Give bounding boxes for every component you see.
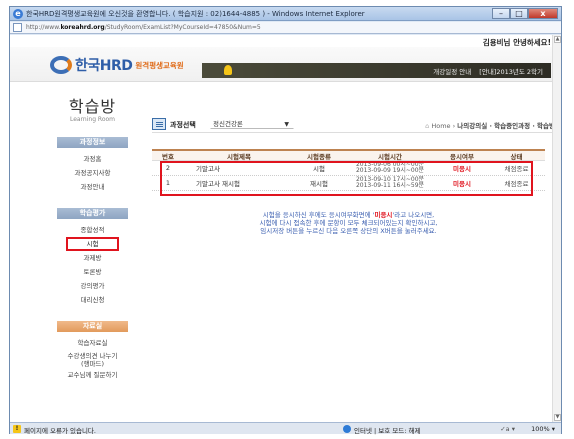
site-logo[interactable]: 한국HRD 원격평생교육원 bbox=[50, 55, 184, 75]
notice-line-2: 시험에 다시 접속한 후에 문항이 모두 체크되어있는지 확인하시고, bbox=[259, 219, 438, 227]
sidebar-item-materials[interactable]: 학습자료실 bbox=[50, 336, 135, 350]
chevron-down-icon: ▼ bbox=[284, 121, 289, 128]
sidebar-item-lecture-eval[interactable]: 강의평가 bbox=[50, 279, 135, 293]
security-indicator[interactable]: ✓a ▾ bbox=[500, 425, 515, 433]
title-bar[interactable]: e 한국HRD원격평생교육원에 오신것을 환영합니다. ( 학습지원 : 02)… bbox=[10, 7, 561, 21]
course-select-bar: 과정선택 정신건강론 ▼ ⌂ Home › 나의강의실 · 학습중인과정 · 학… bbox=[152, 117, 557, 133]
vertical-scrollbar[interactable]: ▲ ▼ bbox=[552, 35, 561, 422]
breadcrumb: ⌂ Home › 나의강의실 · 학습중인과정 · 학습방 bbox=[425, 120, 555, 130]
header-number: 번호 bbox=[162, 153, 174, 161]
course-selected-value: 정신건강론 bbox=[213, 120, 243, 128]
sidebar-item-discussion[interactable]: 토론방 bbox=[50, 265, 135, 279]
minimize-button[interactable]: – bbox=[492, 8, 510, 19]
page-viewport: 김용비님 안녕하세요! 한국HRD 원격평생교육원 개강일정 안내 [안내]20… bbox=[10, 35, 561, 422]
header-attempt-status: 응시여부 bbox=[450, 153, 474, 161]
screenshot-frame: e 한국HRD원격평생교육원에 오신것을 환영합니다. ( 학습지원 : 02)… bbox=[0, 0, 574, 439]
url-path: /StudyRoom/ExamList?MyCourseId=47850&Num… bbox=[104, 24, 261, 31]
maximize-button[interactable]: □ bbox=[510, 8, 528, 19]
sidebar-item-assignments[interactable]: 과제방 bbox=[50, 251, 135, 265]
lightbulb-icon bbox=[224, 65, 232, 75]
url-prefix: http://www. bbox=[26, 24, 61, 31]
sidebar-heading-resources: 자료실 bbox=[57, 321, 128, 332]
table-header: 번호 시험제목 시험종류 시험시간 응시여부 상태 bbox=[152, 149, 545, 161]
sidebar-heading-course-info: 과정정보 bbox=[57, 137, 128, 148]
window-controls: – □ x bbox=[492, 8, 558, 19]
ie-icon: e bbox=[13, 9, 23, 19]
notice-warning: 미응시 bbox=[374, 211, 393, 219]
browser-window: e 한국HRD원격평생교육원에 오신것을 환영합니다. ( 학습지원 : 02)… bbox=[9, 6, 562, 435]
sidebar-item-course-guide[interactable]: 과정안내 bbox=[50, 180, 135, 194]
logo-text: 한국HRD bbox=[75, 58, 133, 74]
scroll-down-icon[interactable]: ▼ bbox=[554, 414, 561, 421]
sidebar-title: 학습방 bbox=[68, 97, 117, 116]
home-icon: ⌂ bbox=[425, 122, 430, 130]
notice-text: '라고 나오시면, bbox=[392, 211, 435, 219]
semester-notice-link[interactable]: [안내]2013년도 2학기 bbox=[479, 68, 543, 76]
sidebar-item-proxy-request[interactable]: 대리신청 bbox=[50, 293, 135, 307]
header-exam-time: 시험시간 bbox=[378, 153, 402, 161]
sidebar-item-exam[interactable]: 시험 bbox=[66, 237, 119, 251]
breadcrumb-path: 나의강의실 · 학습중인과정 · 학습방 bbox=[457, 122, 555, 130]
address-bar[interactable]: http://www.koreahrd.org/StudyRoom/ExamLi… bbox=[10, 22, 561, 34]
learning-room-sidebar: 학습방 Learning Room 과정정보 과정홈 과정공지사항 과정안내 학… bbox=[50, 93, 135, 382]
security-zone: 인터넷 | 보호 모드: 해제 bbox=[354, 427, 421, 435]
sidebar-subtitle: Learning Room bbox=[69, 116, 116, 123]
warning-icon[interactable]: ! bbox=[13, 425, 21, 433]
sidebar-item-student-opinions[interactable]: 수강생의견 나누기 (행마드) bbox=[50, 350, 135, 368]
site-header: 한국HRD 원격평생교육원 개강일정 안내 [안내]2013년도 2학기 bbox=[10, 47, 561, 82]
close-button[interactable]: x bbox=[528, 8, 558, 19]
breadcrumb-home[interactable]: Home bbox=[431, 122, 450, 130]
url-text[interactable]: http://www.koreahrd.org/StudyRoom/ExamLi… bbox=[26, 24, 261, 31]
url-domain: koreahrd.org bbox=[60, 24, 105, 31]
logo-subtext: 원격평생교육원 bbox=[135, 60, 184, 70]
schedule-link[interactable]: 개강일정 안내 bbox=[433, 68, 471, 76]
notice-line-3: 임시저장 버튼을 누르신 다음 오른쪽 상단의 X버튼을 눌러주세요. bbox=[260, 227, 437, 235]
course-list-icon bbox=[152, 118, 166, 130]
logo-mark-icon bbox=[50, 56, 72, 74]
header-state: 상태 bbox=[510, 153, 523, 161]
status-message[interactable]: 페이지에 오류가 있습니다. bbox=[24, 425, 96, 435]
sidebar-item-grades[interactable]: 종합성적 bbox=[50, 223, 135, 237]
header-exam-title: 시험제목 bbox=[227, 153, 251, 161]
course-select-label: 과정선택 bbox=[170, 121, 196, 129]
sidebar-item-course-notice[interactable]: 과정공지사항 bbox=[50, 166, 135, 180]
window-title: 한국HRD원격평생교육원에 오신것을 환영합니다. ( 학습지원 : 02)16… bbox=[26, 10, 365, 18]
notice-text: 시험을 응시하신 후에도 응시여부화면에 ' bbox=[262, 211, 375, 219]
notice-line-1: 시험을 응시하신 후에도 응시여부화면에 '미응시'라고 나오시면, bbox=[152, 211, 545, 219]
scroll-up-icon[interactable]: ▲ bbox=[554, 36, 561, 43]
status-bar: ! 페이지에 오류가 있습니다. 인터넷 | 보호 모드: 해제 ✓a ▾ 10… bbox=[10, 422, 561, 435]
exam-notice: 시험을 응시하신 후에도 응시여부화면에 '미응시'라고 나오시면, 시험에 다… bbox=[152, 211, 545, 235]
header-links: 개강일정 안내 [안내]2013년도 2학기 bbox=[427, 66, 543, 76]
rows-highlight-box bbox=[160, 161, 533, 196]
header-banner: 개강일정 안내 [안내]2013년도 2학기 bbox=[202, 63, 551, 78]
sidebar-item-course-home[interactable]: 과정홈 bbox=[50, 152, 135, 166]
sidebar-item-ask-professor[interactable]: 교수님께 질문하기 bbox=[50, 368, 135, 382]
header-exam-type: 시험종류 bbox=[307, 153, 331, 161]
sidebar-heading-evaluation: 학습평가 bbox=[57, 208, 128, 219]
zoom-control[interactable]: 100% ▾ bbox=[531, 425, 555, 433]
page-icon bbox=[13, 23, 22, 32]
course-select-dropdown[interactable]: 정신건강론 ▼ bbox=[210, 119, 294, 129]
globe-icon bbox=[343, 425, 351, 433]
